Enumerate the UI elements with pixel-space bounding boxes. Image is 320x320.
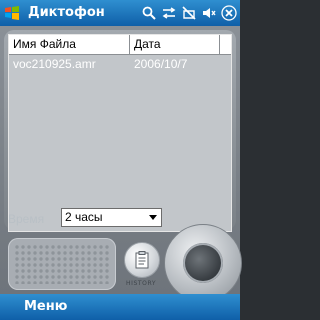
no-signal-icon[interactable] [180,4,198,22]
time-label: Время [8,212,45,226]
document-icon [135,251,149,269]
column-header-filename[interactable]: Имя Файла [9,35,130,54]
search-icon[interactable] [140,4,158,22]
list-item[interactable]: voc210925.amr 2006/10/7 [9,55,231,73]
history-button[interactable] [124,242,160,278]
time-select[interactable]: 2 часы [61,208,162,227]
windows-logo-icon[interactable] [3,4,21,22]
close-icon[interactable] [220,4,238,22]
record-play-button[interactable] [164,224,242,302]
file-date: 2006/10/7 [134,57,188,71]
status-icons [140,4,238,22]
window-title: Диктофон [28,5,105,20]
sync-icon[interactable] [160,4,178,22]
list-header: Имя Файла Дата [9,35,231,55]
menu-button[interactable]: Меню [24,299,67,314]
column-header-spacer [220,35,231,54]
menu-bar: Меню [0,294,240,320]
title-bar: Диктофон [0,0,240,26]
chevron-down-icon[interactable] [149,215,157,220]
dictaphone-app: Имя Файла Дата voc210925.amr 2006/10/7 В… [0,26,242,302]
history-label: HISTORY [126,280,157,287]
recordings-list[interactable]: Имя Файла Дата voc210925.amr 2006/10/7 [8,34,232,232]
volume-icon[interactable] [200,4,218,22]
speaker-grille-icon [14,244,110,284]
record-button-center[interactable] [183,243,223,283]
column-header-date[interactable]: Дата [130,35,220,54]
file-name: voc210925.amr [13,57,96,71]
time-select-value: 2 часы [65,210,103,224]
speaker-grille [8,238,116,290]
